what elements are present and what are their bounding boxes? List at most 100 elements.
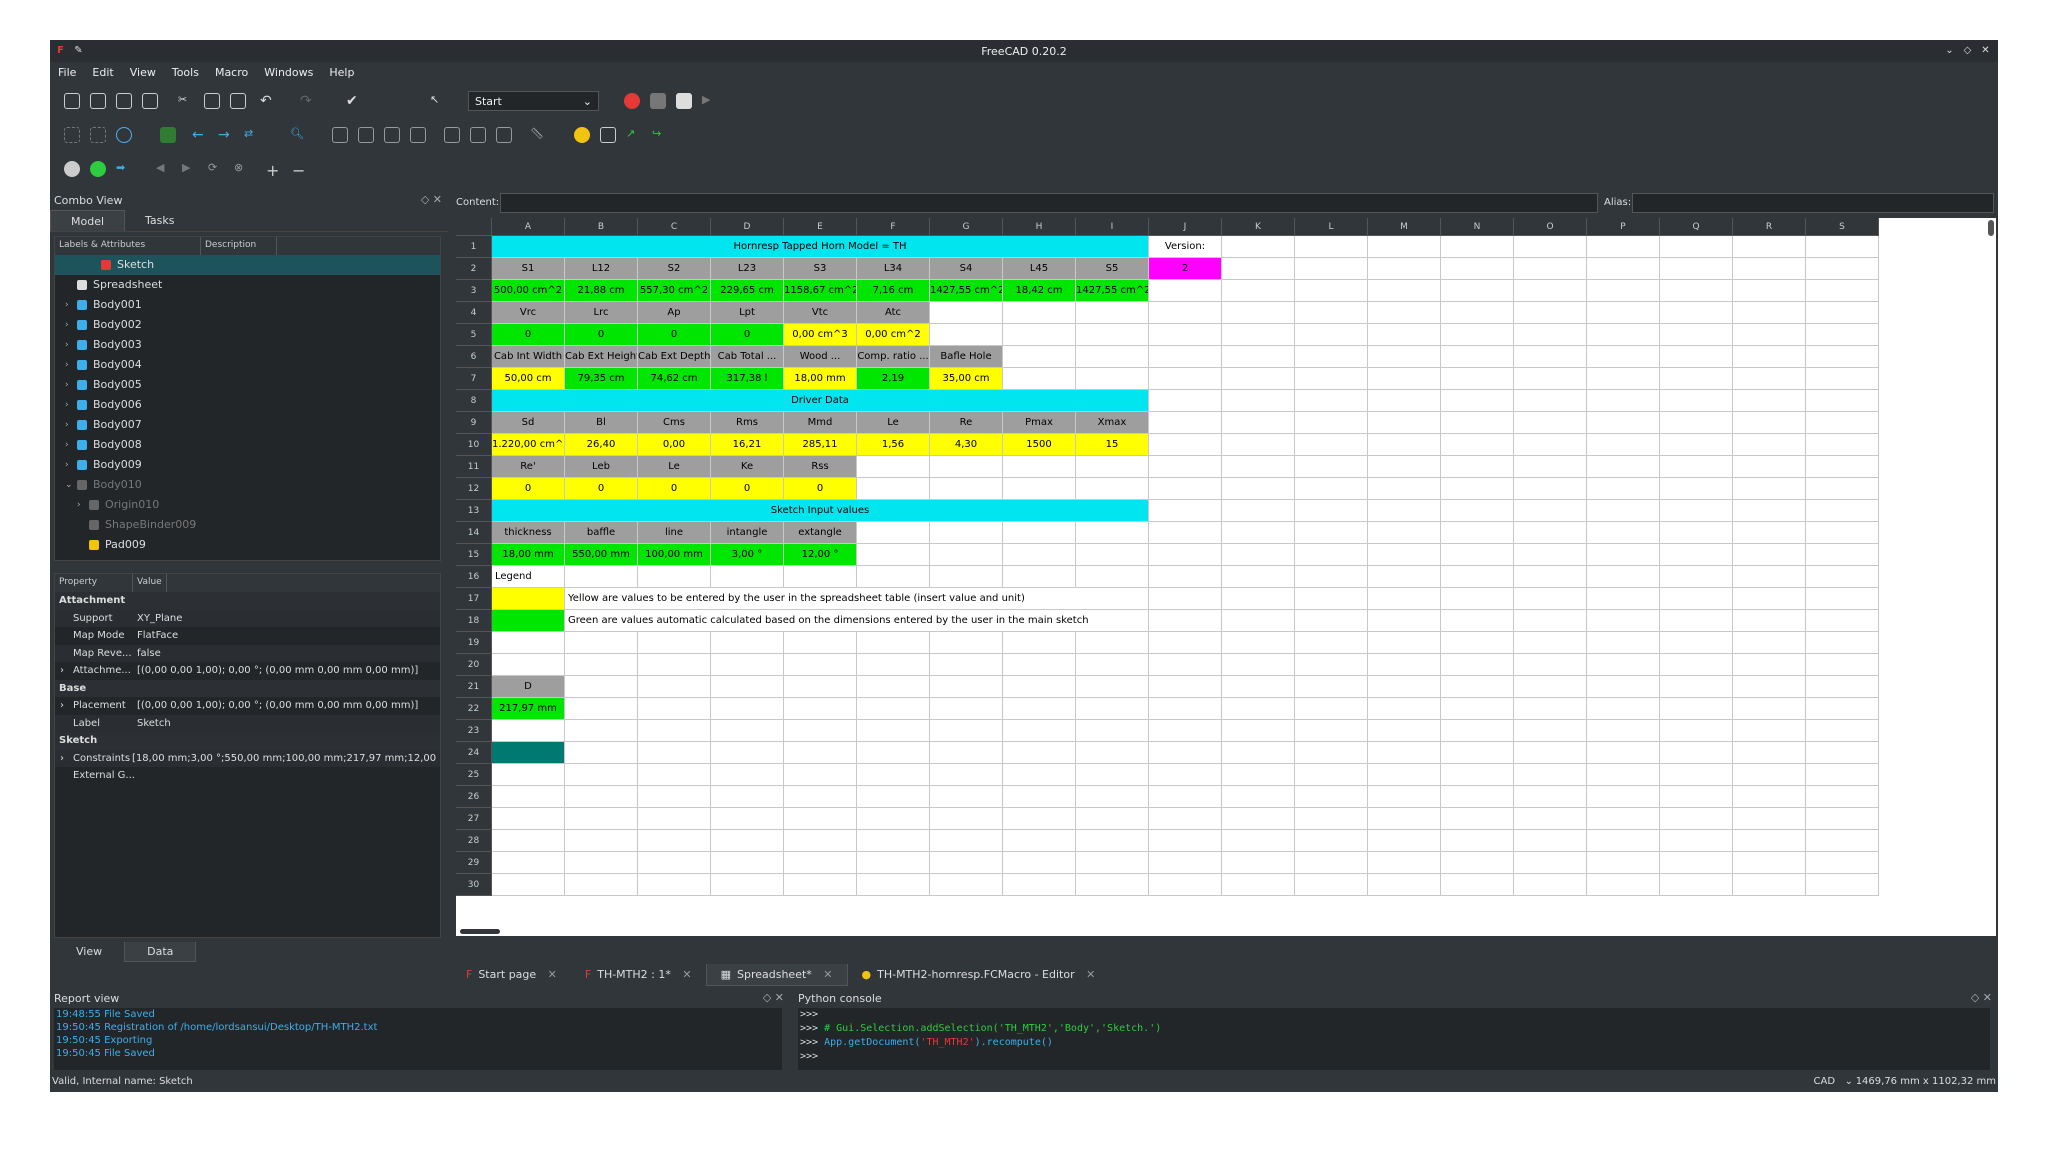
cell[interactable] [1222, 500, 1295, 522]
zoom-icon[interactable]: 🔍︎ [290, 127, 306, 143]
cell[interactable] [930, 852, 1003, 874]
sync-view-icon[interactable]: ⇄ [244, 127, 260, 143]
cell[interactable] [1295, 698, 1368, 720]
cell[interactable] [492, 786, 565, 808]
cell[interactable] [1149, 434, 1222, 456]
cell-h9[interactable]: Pmax [1003, 412, 1076, 434]
cell[interactable] [1076, 654, 1149, 676]
cell-a4[interactable]: Vrc [492, 302, 565, 324]
cell[interactable] [784, 742, 857, 764]
cell[interactable] [711, 632, 784, 654]
cell[interactable] [1660, 368, 1733, 390]
cell[interactable] [857, 808, 930, 830]
cell[interactable] [1295, 434, 1368, 456]
row-header[interactable]: 23 [456, 720, 492, 742]
cell-c4[interactable]: Ap [638, 302, 711, 324]
record-macro-icon[interactable] [624, 93, 640, 109]
cell[interactable] [1222, 522, 1295, 544]
cell[interactable] [1441, 544, 1514, 566]
cell[interactable] [1295, 324, 1368, 346]
tree-item[interactable]: › Body007 [55, 415, 440, 435]
cell[interactable] [1076, 720, 1149, 742]
cell[interactable] [1295, 808, 1368, 830]
cell[interactable] [565, 566, 638, 588]
column-header[interactable]: S [1806, 218, 1879, 236]
cell[interactable] [1441, 346, 1514, 368]
cell[interactable] [1587, 280, 1660, 302]
cell[interactable] [492, 764, 565, 786]
cell[interactable] [857, 830, 930, 852]
cell[interactable] [1149, 390, 1222, 412]
part-icon[interactable] [574, 127, 590, 143]
cell[interactable] [1733, 522, 1806, 544]
cell[interactable] [1149, 324, 1222, 346]
cell[interactable] [565, 742, 638, 764]
cell[interactable] [565, 786, 638, 808]
cell[interactable] [1733, 742, 1806, 764]
expand-arrow-icon[interactable]: › [65, 455, 75, 475]
cell[interactable] [638, 808, 711, 830]
cell[interactable] [711, 720, 784, 742]
cell[interactable] [1441, 852, 1514, 874]
cell[interactable] [1806, 610, 1879, 632]
cell[interactable] [1587, 258, 1660, 280]
menu-tools[interactable]: Tools [164, 62, 207, 79]
cell-a11[interactable]: Re' [492, 456, 565, 478]
tree-item[interactable]: Spreadsheet [55, 275, 440, 295]
link-actions-icon[interactable]: ↪ [652, 127, 668, 143]
cell[interactable] [1149, 346, 1222, 368]
cell[interactable] [1733, 456, 1806, 478]
expand-arrow-icon[interactable]: ⌄ [65, 475, 75, 495]
cell[interactable] [1806, 588, 1879, 610]
measure-icon[interactable]: 📏︎ [530, 127, 546, 143]
cell[interactable] [1514, 632, 1587, 654]
cell-a2[interactable]: S1 [492, 258, 565, 280]
left-view-icon[interactable] [496, 127, 512, 143]
cell[interactable] [1076, 478, 1149, 500]
tree-item[interactable]: › Body009 [55, 455, 440, 475]
close-icon[interactable]: ◇ ✕ [421, 193, 442, 206]
cell[interactable] [1733, 566, 1806, 588]
scrollbar-horizontal[interactable] [460, 929, 500, 934]
cell[interactable] [1149, 302, 1222, 324]
tab-close-icon[interactable]: ✕ [1083, 968, 1095, 981]
row-header[interactable]: 20 [456, 654, 492, 676]
cell[interactable] [1733, 324, 1806, 346]
cell-f6[interactable]: Comp. ratio ... [857, 346, 930, 368]
row-header[interactable]: 11 [456, 456, 492, 478]
cell-e4[interactable]: Vtc [784, 302, 857, 324]
cell[interactable] [565, 874, 638, 896]
cell[interactable] [1806, 632, 1879, 654]
cell[interactable] [1149, 412, 1222, 434]
cell-a17[interactable] [492, 588, 565, 610]
cell[interactable] [1222, 236, 1295, 258]
cell-e10[interactable]: 285,11 [784, 434, 857, 456]
cell-e11[interactable]: Rss [784, 456, 857, 478]
cell[interactable] [1368, 764, 1441, 786]
cell[interactable] [1806, 566, 1879, 588]
row-header[interactable]: 15 [456, 544, 492, 566]
cell[interactable] [930, 874, 1003, 896]
expand-arrow-icon[interactable]: › [65, 375, 75, 395]
cell[interactable] [1076, 874, 1149, 896]
cell-c6[interactable]: Cab Ext Depth [638, 346, 711, 368]
cell[interactable] [1149, 500, 1222, 522]
cell[interactable] [1733, 808, 1806, 830]
cell[interactable] [1368, 610, 1441, 632]
cell[interactable] [1660, 830, 1733, 852]
cell[interactable] [638, 852, 711, 874]
cell[interactable] [1295, 390, 1368, 412]
cell-c2[interactable]: S2 [638, 258, 711, 280]
cell[interactable] [1587, 830, 1660, 852]
cell[interactable] [1003, 632, 1076, 654]
cell[interactable] [1441, 478, 1514, 500]
cell[interactable] [784, 566, 857, 588]
cell-b14[interactable]: baffle [565, 522, 638, 544]
row-header[interactable]: 5 [456, 324, 492, 346]
cell[interactable] [1587, 434, 1660, 456]
cell-a6[interactable]: Cab Int Width [492, 346, 565, 368]
cell[interactable] [638, 720, 711, 742]
cell[interactable] [1368, 852, 1441, 874]
cell[interactable] [1003, 830, 1076, 852]
cell[interactable] [930, 698, 1003, 720]
